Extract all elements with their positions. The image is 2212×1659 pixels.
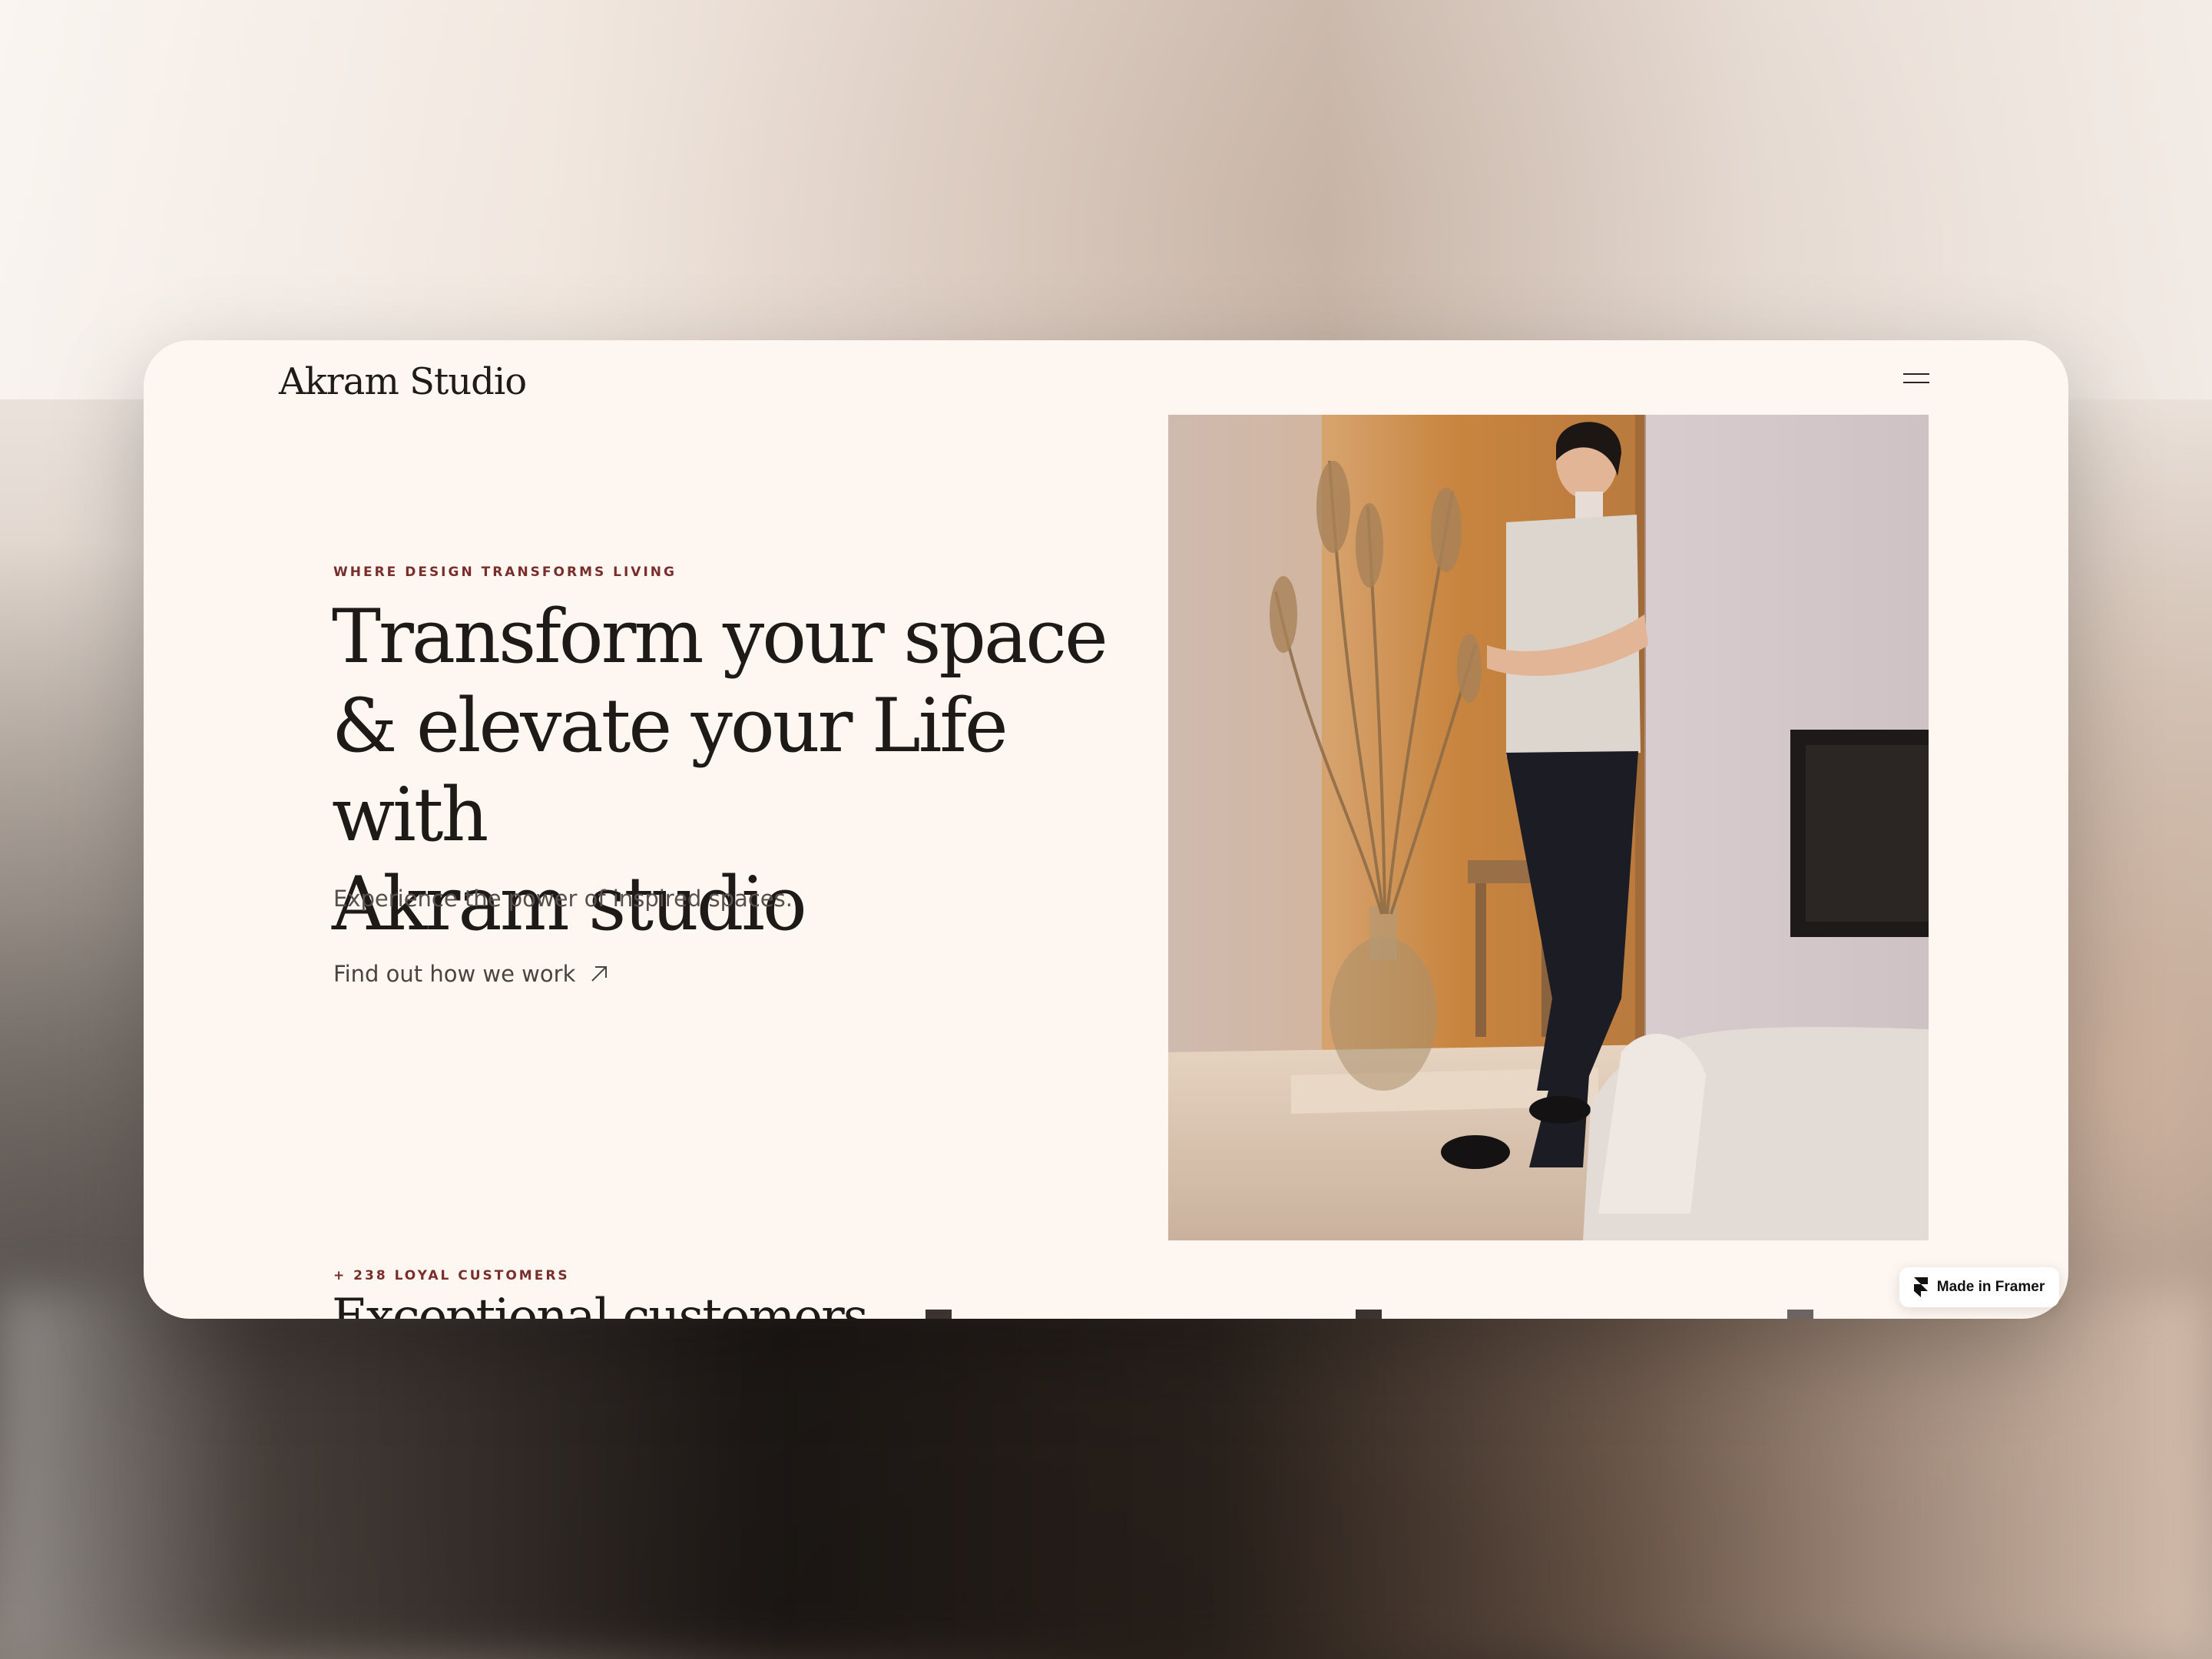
background-gradient-top <box>0 0 2212 399</box>
headline-line: Transform your space <box>332 594 1108 680</box>
made-in-framer-badge[interactable]: Made in Framer <box>1899 1267 2059 1307</box>
arrow-up-right-icon <box>591 966 608 982</box>
client-logo-mark <box>926 1310 952 1319</box>
headline-line: & elevate your Life with <box>332 683 1008 858</box>
client-logo-mark <box>1356 1310 1382 1319</box>
client-logo-mark <box>1787 1310 1813 1319</box>
hero-photo-illustration <box>1168 415 1929 1240</box>
background-shadow <box>0 1290 2212 1659</box>
framer-icon <box>1913 1277 1928 1297</box>
hero-photo <box>1168 415 1929 1240</box>
badge-label: Made in Framer <box>1936 1279 2045 1295</box>
hamburger-line <box>1903 373 1929 375</box>
hero-subtext: Experience the power of inspired spaces. <box>333 886 793 912</box>
customers-heading: Exceptional customers <box>332 1289 869 1319</box>
browser-window: Akram Studio WHERE DESIGN TRANSFORMS LIV… <box>144 340 2068 1319</box>
hamburger-line <box>1903 382 1929 383</box>
customers-eyebrow: + 238 LOYAL CUSTOMERS <box>333 1268 570 1283</box>
find-out-how-link[interactable]: Find out how we work <box>333 961 609 987</box>
hero-eyebrow: WHERE DESIGN TRANSFORMS LIVING <box>333 565 677 580</box>
site-logo[interactable]: Akram Studio <box>279 354 527 409</box>
hamburger-icon[interactable] <box>1897 365 1936 392</box>
cta-label: Find out how we work <box>333 961 576 987</box>
